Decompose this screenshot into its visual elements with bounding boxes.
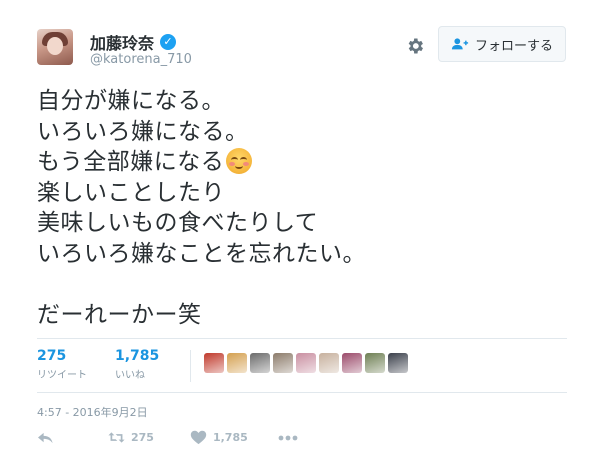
reply-button[interactable] xyxy=(37,430,54,445)
tweet-text: 自分が嫌になる。 いろいろ嫌になる。 もう全部嫌になる 楽しいことしたり 美味し… xyxy=(37,86,567,331)
divider xyxy=(190,350,191,382)
liker-avatar[interactable] xyxy=(227,353,247,373)
tweet-line: もう全部嫌になる xyxy=(37,149,225,176)
liker-avatar[interactable] xyxy=(342,353,362,373)
like-stat[interactable]: 1,785 いいね xyxy=(115,348,159,381)
action-bar: 275 1,785 xyxy=(37,430,298,445)
retweet-action-count: 275 xyxy=(131,431,154,444)
blush-emoji-icon xyxy=(226,148,253,175)
verified-badge-icon: ✓ xyxy=(160,34,177,50)
display-name[interactable]: 加藤玲奈 xyxy=(90,30,154,54)
like-label: いいね xyxy=(115,370,145,381)
gear-icon[interactable] xyxy=(405,36,425,56)
like-button[interactable]: 1,785 xyxy=(190,430,248,445)
divider xyxy=(37,392,567,393)
liker-avatar[interactable] xyxy=(365,353,385,373)
liker-avatar[interactable] xyxy=(273,353,293,373)
follow-label: フォローする xyxy=(474,38,553,54)
tweet-line: いろいろ嫌になる。 xyxy=(37,118,249,145)
like-count: 1,785 xyxy=(115,348,160,364)
liker-avatar[interactable] xyxy=(204,353,224,373)
tweet-line: 美味しいもの食べたりして xyxy=(37,210,319,237)
more-icon xyxy=(278,435,298,440)
timestamp[interactable]: 4:57 - 2016年9月2日 xyxy=(37,404,148,420)
like-action-count: 1,785 xyxy=(212,431,248,444)
retweet-count: 275 xyxy=(37,348,67,364)
tweet-line: 自分が嫌になる。 xyxy=(37,88,225,114)
username[interactable]: @katorena_710 xyxy=(90,52,192,67)
tweet-line-with-emoji: もう全部嫌になる xyxy=(37,147,567,178)
liker-avatars xyxy=(204,353,408,373)
divider xyxy=(37,338,567,339)
retweet-icon xyxy=(108,432,125,443)
retweet-button[interactable]: 275 xyxy=(108,430,154,445)
tweet-line: だーれーかー笑 xyxy=(37,302,202,329)
avatar[interactable] xyxy=(37,29,73,65)
more-button[interactable] xyxy=(278,435,298,441)
tweet-line: 楽しいことしたり xyxy=(37,179,225,206)
tweet-card: 加藤玲奈 ✓ @katorena_710 フォローする 自分が嫌になる。 いろい… xyxy=(0,0,600,475)
retweet-label: リツイート xyxy=(37,370,87,381)
retweet-stat[interactable]: 275 リツイート xyxy=(37,348,87,381)
liker-avatar[interactable] xyxy=(388,353,408,373)
follow-button[interactable]: フォローする xyxy=(438,26,566,62)
reply-icon xyxy=(38,432,53,444)
heart-icon xyxy=(190,430,207,445)
liker-avatar[interactable] xyxy=(319,353,339,373)
name-row: 加藤玲奈 ✓ xyxy=(90,30,177,54)
tweet-line: いろいろ嫌なことを忘れたい。 xyxy=(37,240,366,267)
add-user-icon xyxy=(451,38,469,50)
liker-avatar[interactable] xyxy=(296,353,316,373)
liker-avatar[interactable] xyxy=(250,353,270,373)
